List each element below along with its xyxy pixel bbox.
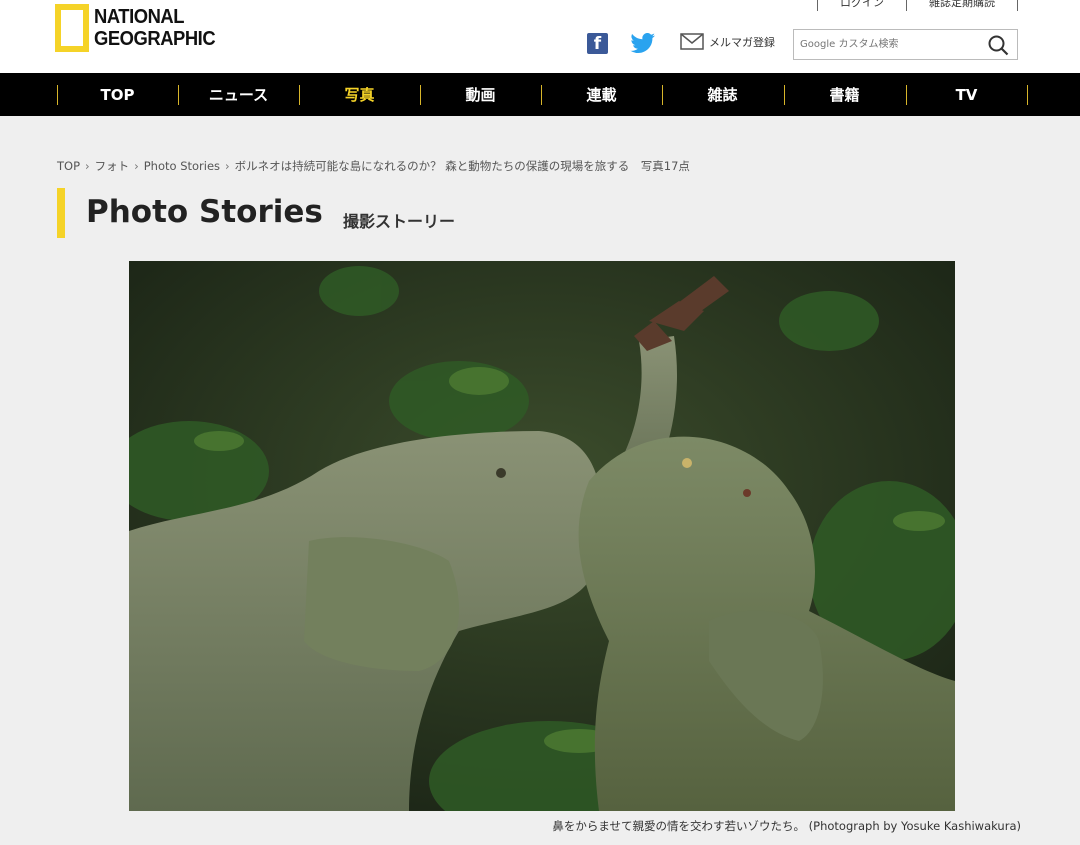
nav-item-magazine[interactable]: 雑誌	[662, 73, 783, 116]
breadcrumb-top[interactable]: TOP	[57, 159, 80, 173]
nav-item-video[interactable]: 動画	[420, 73, 541, 116]
subscribe-link[interactable]: 雑誌定期購読	[906, 0, 1018, 11]
newsletter-link[interactable]: メルマガ登録	[680, 33, 775, 50]
nav-item-top[interactable]: TOP	[57, 73, 178, 116]
newsletter-label: メルマガ登録	[709, 35, 775, 49]
logo-line-2: GEOGRAPHIC	[94, 28, 216, 50]
search-input[interactable]	[800, 35, 980, 53]
breadcrumb-current: ボルネオは持続可能な島になれるのか？ 森と動物たちの保護の現場を旅する 写真17…	[234, 159, 690, 173]
site-header: NATIONAL GEOGRAPHIC ログイン 雑誌定期購読 f メルマガ登録	[0, 0, 1080, 73]
title-accent-bar	[57, 188, 65, 238]
breadcrumb: TOP › フォト › Photo Stories › ボルネオは持続可能な島になれるのか？…	[57, 158, 690, 174]
page-subtitle: 撮影ストーリー	[343, 212, 456, 231]
nav-item-photo[interactable]: 写真	[299, 73, 420, 116]
nav-item-series[interactable]: 連載	[541, 73, 662, 116]
story-photo[interactable]	[129, 261, 955, 811]
photo-caption: 鼻をからませて親愛の情を交わす若いゾウたち。 (Photograph by Yo…	[552, 819, 1021, 833]
breadcrumb-photo[interactable]: フォト	[95, 159, 130, 173]
login-link[interactable]: ログイン	[817, 0, 906, 11]
twitter-icon[interactable]	[630, 33, 656, 54]
nav-item-tv[interactable]: TV	[906, 73, 1027, 116]
logo-yellow-border	[55, 4, 89, 52]
logo-line-1: NATIONAL	[94, 6, 185, 28]
chevron-right-icon: ›	[134, 159, 139, 173]
page-title: Photo Stories	[86, 194, 323, 230]
main-nav: TOP ニュース 写真 動画 連載 雑誌 書籍 TV	[0, 73, 1080, 116]
elephants-photo-illustration	[129, 261, 955, 811]
top-links: ログイン 雑誌定期購読	[817, 0, 1018, 11]
mail-icon	[680, 33, 704, 50]
chevron-right-icon: ›	[85, 159, 90, 173]
nav-separator	[1027, 85, 1028, 105]
facebook-icon[interactable]: f	[587, 33, 608, 54]
search-icon[interactable]	[988, 35, 1009, 60]
nav-item-books[interactable]: 書籍	[784, 73, 905, 116]
chevron-right-icon: ›	[225, 159, 230, 173]
site-logo[interactable]: NATIONAL GEOGRAPHIC	[55, 4, 226, 52]
nav-item-news[interactable]: ニュース	[178, 73, 299, 116]
search-box	[793, 29, 1018, 60]
breadcrumb-photo-stories[interactable]: Photo Stories	[144, 159, 220, 173]
